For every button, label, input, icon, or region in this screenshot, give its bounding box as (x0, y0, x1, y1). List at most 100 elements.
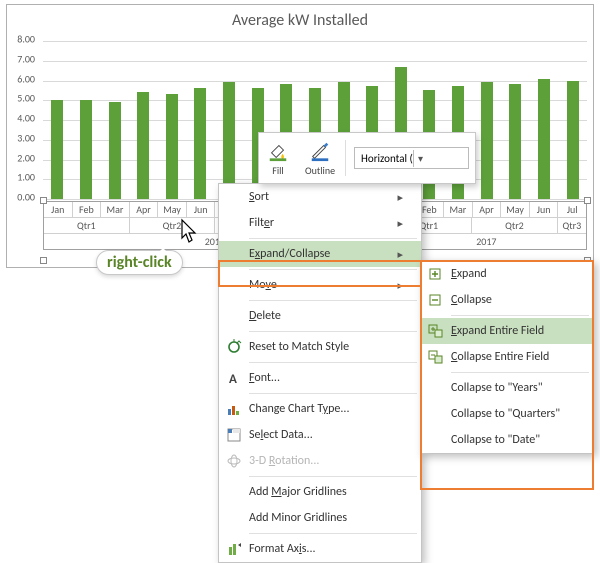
x-axis-month[interactable]: Mar (444, 202, 473, 217)
submenu-arrow-icon: ▸ (397, 191, 403, 204)
fill-label: Fill (272, 164, 283, 177)
x-axis-quarter[interactable]: Qtr3 (558, 217, 586, 233)
menu-label: Format Axis... (249, 542, 403, 556)
fill-icon (267, 140, 289, 162)
x-axis-quarter[interactable]: Qtr2 (472, 217, 558, 233)
bar[interactable] (194, 88, 206, 199)
font-icon: A (219, 370, 249, 386)
fill-button[interactable]: Fill (259, 136, 297, 181)
submenu-arrow-icon: ▸ (397, 279, 403, 292)
bar[interactable] (223, 82, 235, 199)
outline-icon (309, 140, 331, 162)
context-menu-item[interactable]: Change Chart Type... (219, 396, 421, 422)
y-tick: 1.00 (17, 171, 35, 184)
bar[interactable] (538, 79, 550, 199)
context-menu-item[interactable]: Format Axis... (219, 536, 421, 562)
submenu-item[interactable]: Expand (421, 261, 593, 287)
context-menu-item[interactable]: A Font... (219, 365, 421, 391)
x-axis-quarter[interactable]: Qtr1 (44, 217, 130, 233)
expand-collapse-submenu: ExpandCollapse Expand Entire Field Collaps… (420, 260, 594, 454)
context-menu-item[interactable]: Move▸ (219, 272, 421, 298)
x-axis-month[interactable]: May (158, 202, 187, 217)
bar-slot (43, 41, 72, 199)
bar[interactable] (137, 92, 149, 199)
x-axis-month[interactable]: Feb (73, 202, 102, 217)
context-menu-item[interactable]: Add Minor Gridlines (219, 505, 421, 531)
submenu-arrow-icon: ▸ (397, 217, 403, 230)
submenu-item[interactable]: Collapse to "Quarters" (421, 401, 593, 427)
menu-label: Collapse to "Date" (451, 433, 575, 447)
bar-slot (472, 41, 501, 199)
context-menu-item[interactable]: Sort▸ (219, 184, 421, 210)
axis-selection-handle[interactable] (40, 257, 47, 264)
y-tick: 8.00 (17, 33, 35, 46)
bar[interactable] (166, 94, 178, 199)
menu-label: Delete (249, 309, 403, 323)
bar-slot (215, 41, 244, 199)
submenu-item[interactable]: Collapse to "Date" (421, 427, 593, 453)
bar[interactable] (109, 102, 121, 199)
menu-label: Sort (249, 190, 397, 204)
format-icon (219, 541, 249, 557)
chevron-down-icon: ▾ (413, 150, 468, 167)
bar-slot (186, 41, 215, 199)
bar[interactable] (567, 81, 579, 200)
menu-label: Expand/Collapse (249, 247, 397, 261)
x-axis-month[interactable]: Apr (473, 202, 502, 217)
chart-element-dropdown-label: Horizontal (Cat (355, 152, 413, 165)
bar-slot (72, 41, 101, 199)
menu-label: Font... (249, 371, 403, 385)
outline-label: Outline (305, 164, 335, 177)
x-axis-month[interactable]: Apr (130, 202, 159, 217)
submenu-item[interactable]: Collapse (421, 287, 593, 313)
x-axis-month[interactable]: Jun (187, 202, 216, 217)
submenu-item[interactable]: Expand Entire Field (421, 318, 593, 344)
svg-text:A: A (229, 372, 237, 386)
bar[interactable] (509, 84, 521, 199)
menu-label: Collapse Entire Field (451, 350, 575, 364)
bar[interactable] (80, 100, 92, 199)
menu-label: Change Chart Type... (249, 402, 403, 416)
plus-icon (421, 266, 451, 282)
mini-toolbar: Fill Outline Horizontal (Cat ▾ (258, 132, 476, 184)
bar-slot (158, 41, 187, 199)
context-menu-item[interactable]: Filter▸ (219, 210, 421, 236)
outline-button[interactable]: Outline (297, 136, 343, 181)
context-menu-item[interactable]: Expand/Collapse▸ (219, 241, 421, 267)
chart-element-dropdown[interactable]: Horizontal (Cat ▾ (354, 147, 469, 169)
y-tick: 3.00 (17, 131, 35, 144)
x-axis-month[interactable]: Jun (530, 202, 559, 217)
x-axis-month[interactable]: Jul (558, 202, 586, 217)
bar-slot (530, 41, 559, 199)
x-axis-quarter[interactable]: Qtr2 (130, 217, 216, 233)
bar-slot (501, 41, 530, 199)
context-menu-item[interactable]: Delete (219, 303, 421, 329)
submenu-arrow-icon: ▸ (397, 248, 403, 261)
y-axis[interactable]: 0.001.002.003.004.005.006.007.008.00 (7, 39, 39, 201)
cursor-icon (176, 218, 200, 246)
plusfield-icon (421, 323, 451, 339)
y-tick: 2.00 (17, 151, 35, 164)
submenu-item[interactable]: Collapse to "Years" (421, 375, 593, 401)
x-axis-month[interactable]: Mar (101, 202, 130, 217)
chart-title: Average kW Installed (7, 5, 593, 30)
x-axis-month[interactable]: Jan (44, 202, 73, 217)
submenu-item[interactable]: Collapse Entire Field (421, 344, 593, 370)
x-axis-month[interactable]: May (501, 202, 530, 217)
reset-icon (219, 339, 249, 355)
menu-label: Collapse to "Years" (451, 381, 575, 395)
menu-label: Collapse to "Quarters" (451, 407, 575, 421)
y-tick: 4.00 (17, 112, 35, 125)
y-tick: 5.00 (17, 92, 35, 105)
menu-label: Move (249, 278, 397, 292)
context-menu-item[interactable]: Select Data... (219, 422, 421, 448)
context-menu: Sort▸Filter▸Expand/Collapse▸Move▸DeleteR… (218, 183, 422, 563)
context-menu-item[interactable]: Reset to Match Style (219, 334, 421, 360)
menu-label: Select Data... (249, 428, 403, 442)
bar[interactable] (481, 82, 493, 199)
axis-selection-handle[interactable] (40, 197, 47, 204)
axis-selection-handle[interactable] (584, 197, 591, 204)
minusfield-icon (421, 349, 451, 365)
context-menu-item[interactable]: Add Major Gridlines (219, 479, 421, 505)
bar[interactable] (51, 100, 63, 199)
